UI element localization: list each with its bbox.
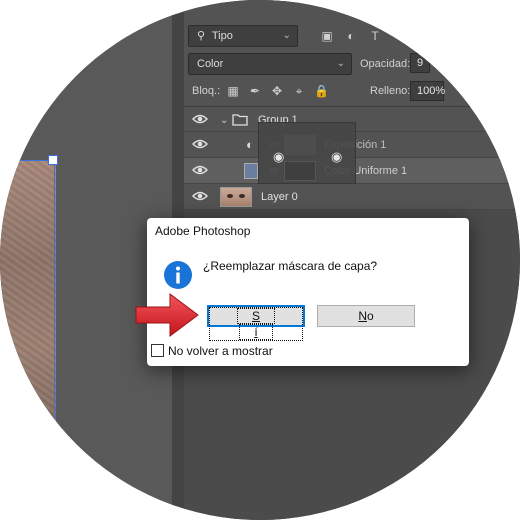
link-icon: ◉ bbox=[331, 149, 343, 164]
no-label: o bbox=[366, 309, 374, 323]
blend-mode-value: Color bbox=[197, 58, 224, 70]
info-icon bbox=[164, 261, 192, 289]
fill-label: Relleno: bbox=[370, 85, 411, 97]
brush-icon[interactable]: ✒ bbox=[248, 84, 262, 98]
type-filter-icon[interactable]: T bbox=[368, 29, 382, 43]
link-icon: ◉ bbox=[273, 149, 285, 164]
yes-label: S bbox=[236, 308, 275, 324]
dont-show-again-label[interactable]: No volver a mostrar bbox=[168, 344, 273, 358]
arrow-icon bbox=[135, 293, 199, 337]
dialog-message: ¿Reemplazar máscara de capa? bbox=[203, 259, 378, 273]
no-button[interactable]: No bbox=[317, 305, 415, 327]
dont-show-again-checkbox[interactable] bbox=[151, 344, 164, 357]
fill-field[interactable]: 100% bbox=[410, 81, 445, 101]
eye-icon[interactable] bbox=[192, 138, 208, 150]
filter-kind-dropdown[interactable]: ⚲ Tipo ⌄ bbox=[188, 25, 298, 47]
artboard-icon[interactable]: ⌖ bbox=[292, 84, 306, 98]
fill-color-swatch[interactable] bbox=[244, 163, 258, 179]
move-icon[interactable]: ✥ bbox=[270, 84, 284, 98]
eye-icon[interactable] bbox=[192, 113, 208, 125]
no-label-accel: N bbox=[358, 309, 367, 323]
yes-label-accel: í bbox=[239, 324, 273, 340]
eye-icon[interactable] bbox=[192, 164, 208, 176]
drag-overlay: ◉ ◉ bbox=[258, 122, 356, 184]
lock-label: Bloq.: bbox=[192, 85, 221, 97]
document-image bbox=[0, 160, 56, 500]
folder-icon bbox=[232, 114, 248, 126]
selection-edge bbox=[0, 160, 54, 161]
filter-kind-value: Tipo bbox=[211, 30, 233, 42]
search-icon: ⚲ bbox=[197, 30, 206, 42]
selection-edge bbox=[54, 160, 55, 500]
layer-name[interactable]: Layer 0 bbox=[261, 184, 298, 210]
chevron-down-icon[interactable]: ⌄ bbox=[220, 115, 228, 126]
screenshot-viewport: ⚲ Tipo ⌄ ▣ ◐ T Color ⌄ Opacidad: 9 Bloq.… bbox=[0, 0, 520, 520]
eye-detail bbox=[239, 194, 245, 198]
blend-mode-dropdown[interactable]: Color ⌄ bbox=[188, 53, 352, 75]
image-filter-icon[interactable]: ▣ bbox=[320, 29, 334, 43]
eye-detail bbox=[227, 194, 233, 198]
transform-handle[interactable] bbox=[48, 155, 58, 165]
chevron-down-icon: ⌄ bbox=[282, 30, 291, 41]
chevron-down-icon: ⌄ bbox=[336, 58, 345, 69]
adjustment-layer-icon: ◐ bbox=[246, 137, 254, 152]
dialog-title: Adobe Photoshop bbox=[155, 224, 251, 238]
lock-transparent-icon[interactable]: ▦ bbox=[226, 84, 240, 98]
adjustment-filter-icon[interactable]: ◐ bbox=[344, 29, 358, 43]
opacity-field[interactable]: 9 bbox=[410, 53, 430, 73]
eye-icon[interactable] bbox=[192, 190, 208, 202]
layer-thumbnail[interactable] bbox=[220, 187, 252, 207]
yes-button[interactable]: Sí bbox=[207, 305, 305, 341]
layer-row-image[interactable]: Layer 0 bbox=[184, 184, 520, 210]
opacity-label: Opacidad: bbox=[360, 58, 411, 70]
lock-icon[interactable]: 🔒 bbox=[314, 84, 329, 98]
